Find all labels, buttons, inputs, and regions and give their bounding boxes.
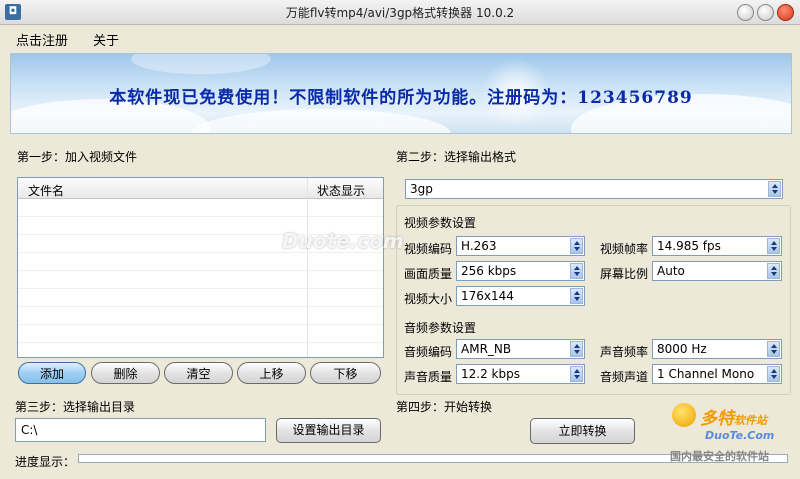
format-select[interactable]: 3gp	[405, 179, 783, 199]
move-down-button[interactable]: 下移	[310, 362, 381, 384]
minimize-button[interactable]	[737, 4, 754, 21]
menu-register[interactable]: 点击注册	[16, 30, 68, 49]
watermark-brand: 多特软件站	[700, 409, 767, 429]
size-label: 视频大小	[404, 292, 453, 306]
video-group-label: 视频参数设置	[404, 216, 477, 230]
watermark-slogan: 国内最安全的软件站	[670, 450, 769, 463]
delete-button[interactable]: 删除	[91, 362, 160, 384]
step3-label: 第三步：选择输出目录	[15, 400, 136, 414]
sample-rate-label: 声音频率	[600, 345, 649, 359]
move-up-button[interactable]: 上移	[237, 362, 306, 384]
aspect-value: Auto	[657, 264, 685, 278]
quality-value: 256 kbps	[461, 264, 517, 278]
clear-button[interactable]: 清空	[164, 362, 233, 384]
column-status[interactable]: 状态显示	[317, 182, 365, 199]
banner: 本软件现已免费使用！不限制软件的所为功能。注册码为：123456789	[10, 53, 792, 134]
watermark-site: Duote.com	[282, 229, 404, 253]
video-codec-label: 视频编码	[404, 242, 453, 256]
size-select[interactable]: 176x144	[456, 286, 585, 306]
close-button[interactable]	[777, 4, 794, 21]
audio-quality-select[interactable]: 12.2 kbps	[456, 364, 585, 384]
title-bar: ◘ 万能flv转mp4/avi/3gp格式转换器 10.0.2	[0, 0, 800, 25]
audio-codec-label: 音频编码	[404, 345, 453, 359]
maximize-button[interactable]	[757, 4, 774, 21]
menu-bar: 点击注册 关于	[0, 25, 800, 51]
step2-label: 第二步：选择输出格式	[396, 150, 517, 164]
quality-label: 画面质量	[404, 267, 453, 281]
progress-label: 进度显示：	[15, 455, 76, 469]
mascot-icon	[672, 403, 696, 427]
chevron-down-icon	[570, 263, 583, 279]
set-output-dir-button[interactable]: 设置输出目录	[276, 418, 381, 443]
size-value: 176x144	[461, 289, 514, 303]
column-filename[interactable]: 文件名	[28, 182, 64, 199]
menu-about[interactable]: 关于	[93, 30, 119, 49]
audio-codec-value: AMR_NB	[461, 342, 512, 356]
chevron-down-icon	[570, 366, 583, 382]
output-dir-input[interactable]: C:\	[15, 418, 266, 442]
add-button[interactable]: 添加	[18, 362, 86, 384]
video-codec-value: H.263	[461, 239, 497, 253]
chevron-down-icon	[767, 263, 780, 279]
channels-label: 音频声道	[600, 370, 649, 384]
chevron-down-icon	[767, 341, 780, 357]
sample-rate-value: 8000 Hz	[657, 342, 707, 356]
sample-rate-select[interactable]: 8000 Hz	[652, 339, 782, 359]
channels-select[interactable]: 1 Channel Mono	[652, 364, 782, 384]
quality-select[interactable]: 256 kbps	[456, 261, 585, 281]
chevron-down-icon	[767, 366, 780, 382]
format-value: 3gp	[410, 182, 433, 196]
aspect-select[interactable]: Auto	[652, 261, 782, 281]
aspect-label: 屏幕比例	[600, 267, 649, 281]
frame-rate-select[interactable]: 14.985 fps	[652, 236, 782, 256]
chevron-down-icon	[768, 181, 781, 197]
frame-rate-value: 14.985 fps	[657, 239, 721, 253]
audio-quality-value: 12.2 kbps	[461, 367, 520, 381]
video-codec-select[interactable]: H.263	[456, 236, 585, 256]
banner-text: 本软件现已免费使用！不限制软件的所为功能。注册码为：123456789	[109, 88, 693, 108]
step1-label: 第一步：加入视频文件	[17, 150, 138, 164]
audio-group-label: 音频参数设置	[404, 321, 477, 335]
channels-value: 1 Channel Mono	[657, 367, 755, 381]
convert-now-button[interactable]: 立即转换	[530, 418, 635, 444]
chevron-down-icon	[570, 238, 583, 254]
audio-codec-select[interactable]: AMR_NB	[456, 339, 585, 359]
audio-quality-label: 声音质量	[404, 370, 453, 384]
chevron-down-icon	[570, 341, 583, 357]
step4-label: 第四步：开始转换	[396, 400, 493, 414]
window-title: 万能flv转mp4/avi/3gp格式转换器 10.0.2	[285, 6, 515, 20]
watermark-domain: DuoTe.Com	[705, 429, 775, 442]
chevron-down-icon	[570, 288, 583, 304]
file-list-header: 文件名 状态显示	[18, 178, 383, 199]
frame-rate-label: 视频帧率	[600, 242, 649, 256]
chevron-down-icon	[767, 238, 780, 254]
file-list[interactable]: 文件名 状态显示	[17, 177, 384, 358]
